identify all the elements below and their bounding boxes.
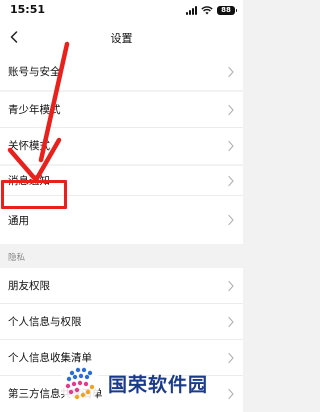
settings-item-label: 账号与安全 [8,66,61,78]
watermark: 国荣软件园 [58,360,243,406]
chevron-right-icon [228,175,234,187]
chevron-right-icon [228,104,234,116]
group-header-label: 隐私 [8,253,26,263]
settings-item-label: 关怀模式 [8,140,50,152]
nav-bar: 设置 [0,20,243,54]
battery-icon: 88 [217,5,237,15]
watermark-text: 国荣软件园 [108,373,209,396]
section-modes: 青少年模式 关怀模式 [0,92,243,164]
settings-item-label: 朋友权限 [8,280,50,292]
settings-item-youth-mode[interactable]: 青少年模式 [0,92,243,128]
settings-item-personal-info-permissions[interactable]: 个人信息与权限 [0,304,243,340]
settings-item-label: 通用 [8,215,29,227]
settings-item-label: 青少年模式 [8,104,61,116]
wifi-icon [201,5,213,14]
settings-item-label: 个人信息与权限 [8,316,82,328]
status-icons: 88 [186,4,237,16]
chevron-right-icon [228,280,234,292]
section-account: 账号与安全 [0,54,243,90]
status-bar: 15:51 88 [0,0,243,20]
chevron-right-icon [228,140,234,152]
page-title: 设置 [110,32,133,45]
privacy-group-header: 隐私 [0,246,243,268]
settings-item-friend-permissions[interactable]: 朋友权限 [0,268,243,304]
chevron-right-icon [228,214,234,226]
settings-item-account-security[interactable]: 账号与安全 [0,54,243,90]
watermark-logo-icon [60,363,100,403]
status-time: 15:51 [10,3,46,16]
chevron-right-icon [228,316,234,328]
highlight-box [1,180,67,209]
cellular-signal-icon [186,5,197,15]
chevron-right-icon [228,66,234,78]
settings-item-care-mode[interactable]: 关怀模式 [0,128,243,164]
